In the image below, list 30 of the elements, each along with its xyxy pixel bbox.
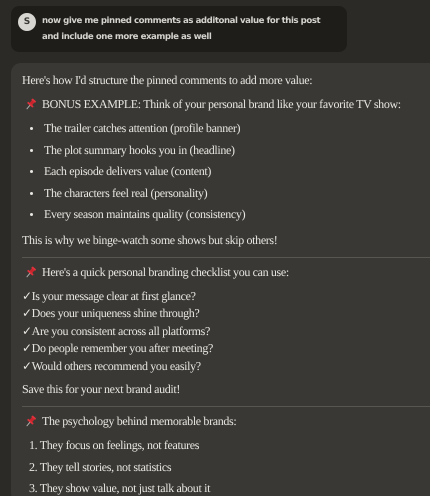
user-message-text: and include one more example as well bbox=[42, 31, 212, 44]
numbered-item: 1. They focus on feelings, not features bbox=[29, 437, 200, 454]
section-heading: Here's a quick personal branding checklist you can use: bbox=[42, 264, 289, 280]
pushpin-icon bbox=[24, 266, 37, 278]
bullet-icon bbox=[30, 192, 33, 194]
bullet-item-text: The trailer catches attention (profile banner) bbox=[44, 120, 240, 137]
section-heading: The psychology behind memorable brands: bbox=[42, 413, 236, 430]
response-paragraph: Here's how I'd structure the pinned comments to add more value: bbox=[22, 72, 314, 89]
response-paragraph: This is why we binge-watch some shows but skip others! bbox=[22, 232, 278, 249]
pushpin-icon bbox=[24, 98, 37, 111]
pushpin-icon bbox=[24, 415, 37, 428]
bullet-item-text: The characters feel real (personality) bbox=[44, 184, 208, 202]
checklist-item: ✓Would others recommend you easily? bbox=[22, 358, 202, 375]
bullet-icon bbox=[30, 170, 33, 173]
numbered-item: 3. They show value, not just talk about it bbox=[29, 480, 212, 496]
bullet-item-text: The plot summary hooks you in (headline) bbox=[44, 142, 235, 158]
section-heading: BONUS EXAMPLE: Think of your personal brand like your favorite TV show: bbox=[42, 96, 401, 113]
user-avatar: S bbox=[18, 13, 36, 31]
checklist-item: ✓Are you consistent across all platforms? bbox=[22, 322, 211, 340]
user-message-text: now give me pinned comments as additonal value for this post bbox=[42, 15, 320, 28]
response-paragraph: Save this for your next brand audit! bbox=[22, 381, 182, 398]
bullet-item-text: Every season maintains quality (consistency) bbox=[44, 206, 246, 223]
checklist-item: ✓Is your message clear at first glance? bbox=[22, 288, 197, 305]
numbered-item: 2. They tell stories, not statistics bbox=[29, 458, 172, 476]
bullet-icon bbox=[30, 148, 33, 152]
bullet-item-text: Each episode delivers value (content) bbox=[44, 163, 211, 180]
checklist-item: ✓Do people remember you after meeting? bbox=[22, 340, 214, 357]
bullet-icon bbox=[30, 213, 33, 216]
checklist-item: ✓Does your uniqueness shine through? bbox=[22, 305, 200, 322]
bullet-icon bbox=[30, 127, 33, 130]
